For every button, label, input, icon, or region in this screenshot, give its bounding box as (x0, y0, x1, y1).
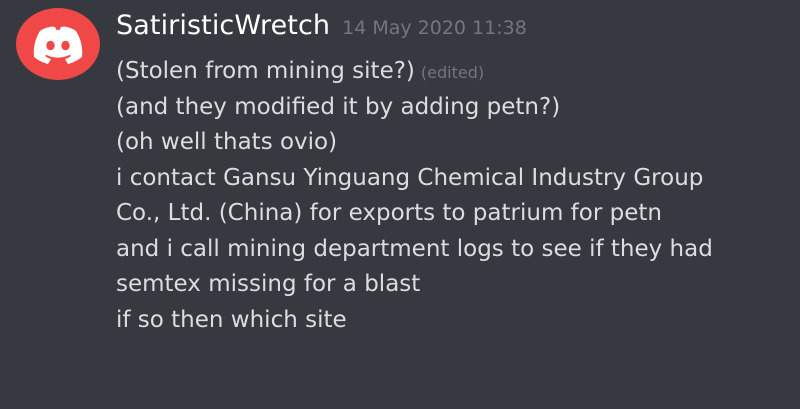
discord-logo-icon (32, 24, 84, 64)
message-line: semtex missing for a blast (116, 271, 421, 297)
message-line: (oh well thats ovio) (116, 129, 338, 155)
message-header: SatiristicWretch 14 May 2020 11:38 (116, 10, 796, 54)
chat-message: SatiristicWretch 14 May 2020 11:38 (Stol… (0, 0, 800, 409)
username[interactable]: SatiristicWretch (116, 10, 330, 41)
message-line: Co., Ltd. (China) for exports to patrium… (116, 200, 662, 226)
edited-label: (edited) (420, 63, 485, 82)
message-content: SatiristicWretch 14 May 2020 11:38 (Stol… (116, 10, 796, 338)
timestamp: 14 May 2020 11:38 (342, 17, 527, 39)
message-line-text: (Stolen from mining site?) (116, 58, 415, 84)
message-line: and i call mining department logs to see… (116, 235, 713, 262)
message-line: i contact Gansu Yinguang Chemical Indust… (116, 164, 704, 191)
message-line: (and they modified it by adding petn?) (116, 93, 561, 120)
message-line: if so then which site (116, 306, 347, 333)
user-avatar[interactable] (16, 8, 100, 80)
message-line: (Stolen from mining site?) (edited) (116, 54, 796, 90)
